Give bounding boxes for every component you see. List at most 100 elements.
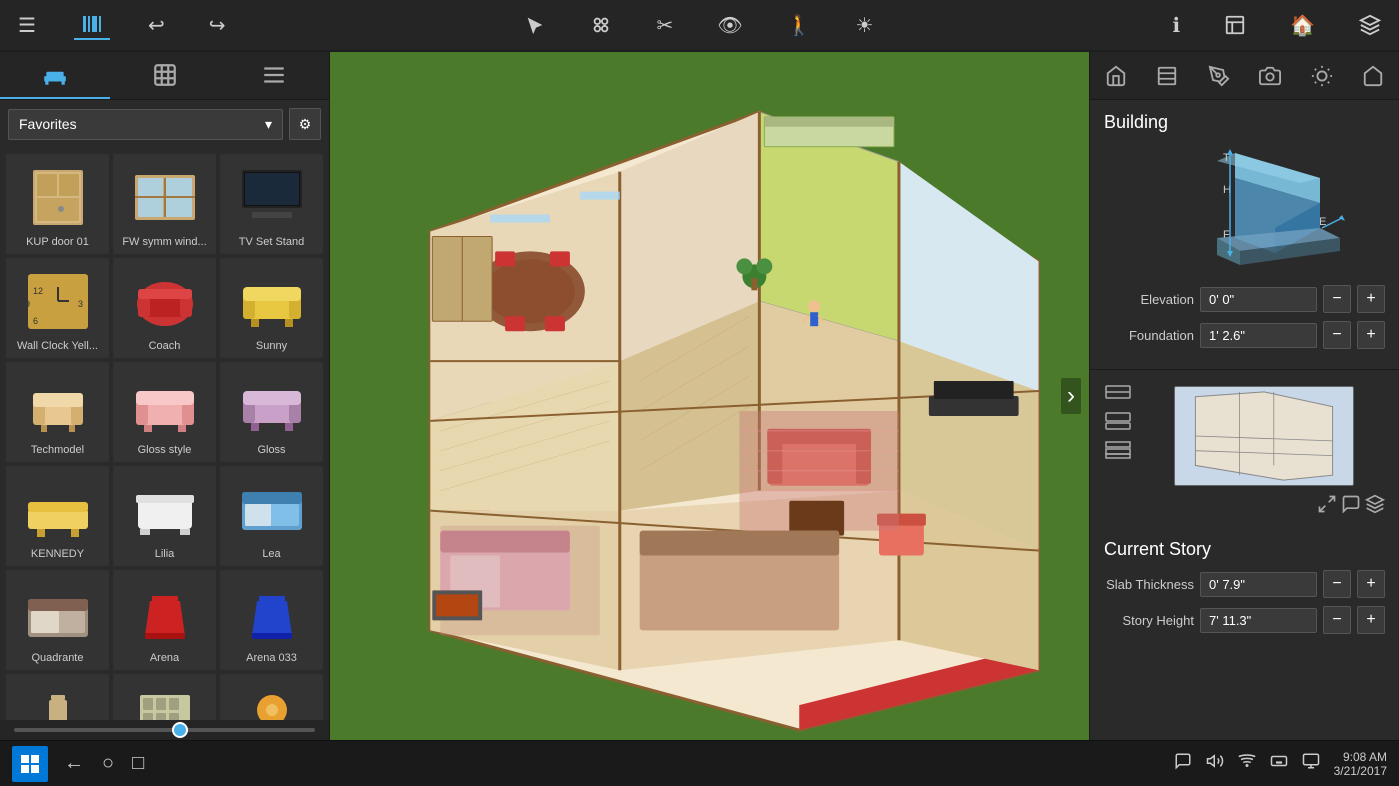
- right-tab-building[interactable]: [1090, 52, 1142, 99]
- building-title: Building: [1104, 112, 1385, 133]
- item-18[interactable]: [220, 674, 323, 720]
- layers-icon[interactable]: [1353, 12, 1387, 38]
- size-slider-thumb[interactable]: [172, 722, 188, 738]
- right-panel: Building T H F E: [1089, 52, 1399, 740]
- pointer-icon[interactable]: [518, 12, 552, 38]
- current-story-section: Current Story Slab Thickness 0' 7.9" − +…: [1090, 527, 1399, 654]
- item-techmodel-label: Techmodel: [10, 444, 105, 456]
- item-wall-clock[interactable]: 12369 Wall Clock Yell...: [6, 258, 109, 358]
- elevation-label: Elevation: [1104, 292, 1194, 307]
- item-techmodel[interactable]: Techmodel: [6, 362, 109, 462]
- item-techmodel-thumb: [18, 370, 98, 440]
- sun-icon[interactable]: ☀: [850, 11, 880, 40]
- group-icon[interactable]: [584, 12, 618, 38]
- slab-thickness-value[interactable]: 0' 7.9": [1200, 572, 1317, 597]
- right-tab-walls[interactable]: [1142, 52, 1194, 99]
- settings-button[interactable]: ⚙: [289, 108, 321, 140]
- nav-back-button[interactable]: ←: [64, 752, 84, 775]
- foundation-plus[interactable]: +: [1357, 321, 1385, 349]
- right-tab-camera[interactable]: [1245, 52, 1297, 99]
- elevation-minus[interactable]: −: [1323, 285, 1351, 313]
- right-tab-sun[interactable]: [1296, 52, 1348, 99]
- story-icon-1[interactable]: [1104, 382, 1132, 405]
- story-height-plus[interactable]: +: [1357, 606, 1385, 634]
- tab-furniture[interactable]: [0, 52, 110, 99]
- foundation-minus[interactable]: −: [1323, 321, 1351, 349]
- item-gloss-style[interactable]: Gloss style: [113, 362, 216, 462]
- eye-icon[interactable]: 👁: [711, 11, 748, 40]
- item-coach[interactable]: Coach: [113, 258, 216, 358]
- item-kennedy[interactable]: KENNEDY: [6, 466, 109, 566]
- home-icon[interactable]: 🏠: [1284, 11, 1321, 40]
- size-slider-track[interactable]: [14, 728, 315, 732]
- item-gloss-style-label: Gloss style: [117, 444, 212, 456]
- scissor-icon[interactable]: ✂: [650, 11, 679, 40]
- svg-text:12: 12: [33, 286, 43, 296]
- foundation-value[interactable]: 1' 2.6": [1200, 323, 1317, 348]
- taskbar-chat-icon[interactable]: [1174, 752, 1192, 775]
- taskbar-keyboard-icon[interactable]: [1270, 752, 1288, 775]
- person-icon[interactable]: 🚶: [781, 11, 818, 40]
- elevation-plus[interactable]: +: [1357, 285, 1385, 313]
- tab-list-view[interactable]: [219, 52, 329, 99]
- tab-materials[interactable]: [110, 52, 220, 99]
- item-arena-033[interactable]: Arena 033: [220, 570, 323, 670]
- nav-apps-button[interactable]: □: [132, 752, 144, 775]
- current-story-title: Current Story: [1104, 539, 1385, 560]
- item-kennedy-label: KENNEDY: [10, 548, 105, 560]
- redo-icon[interactable]: ↪: [203, 11, 232, 40]
- item-lea[interactable]: Lea: [220, 466, 323, 566]
- item-quadrante[interactable]: Quadrante: [6, 570, 109, 670]
- size-slider-row: [0, 720, 329, 740]
- map-layers-icon[interactable]: [1365, 494, 1385, 519]
- item-kup-door-thumb: [18, 162, 98, 232]
- item-sunny[interactable]: Sunny: [220, 258, 323, 358]
- item-lea-label: Lea: [224, 548, 319, 560]
- viewport-expand-arrow[interactable]: ›: [1061, 378, 1081, 414]
- category-dropdown[interactable]: Favorites ▾: [8, 109, 283, 140]
- taskbar-volume-icon[interactable]: [1206, 752, 1224, 775]
- story-height-minus[interactable]: −: [1323, 606, 1351, 634]
- story-icon-2[interactable]: [1104, 411, 1132, 434]
- start-button[interactable]: [12, 746, 48, 782]
- item-quadrante-label: Quadrante: [10, 652, 105, 664]
- slab-thickness-row: Slab Thickness 0' 7.9" − +: [1104, 570, 1385, 598]
- story-height-value[interactable]: 7' 11.3": [1200, 608, 1317, 633]
- item-kup-door[interactable]: KUP door 01: [6, 154, 109, 254]
- map-expand-icon[interactable]: [1317, 494, 1337, 519]
- item-sunny-thumb: [232, 266, 312, 336]
- export-icon[interactable]: [1218, 12, 1252, 38]
- item-17-thumb: [125, 682, 205, 720]
- item-gloss[interactable]: Gloss: [220, 362, 323, 462]
- taskbar-right: 9:08 AM 3/21/2017: [1174, 750, 1387, 778]
- item-fw-window[interactable]: FW symm wind...: [113, 154, 216, 254]
- nav-home-button[interactable]: ○: [102, 752, 114, 775]
- item-tv-stand-label: TV Set Stand: [224, 236, 319, 248]
- undo-icon[interactable]: ↩: [142, 11, 171, 40]
- item-arena[interactable]: Arena: [113, 570, 216, 670]
- right-tab-paint[interactable]: [1193, 52, 1245, 99]
- taskbar-display-icon[interactable]: [1302, 752, 1320, 775]
- item-lilia[interactable]: Lilia: [113, 466, 216, 566]
- elevation-value[interactable]: 0' 0": [1200, 287, 1317, 312]
- item-17[interactable]: [113, 674, 216, 720]
- item-wall-clock-label: Wall Clock Yell...: [10, 340, 105, 352]
- item-arena-thumb: [125, 578, 205, 648]
- story-tools-row: [1090, 370, 1399, 527]
- story-height-row: Story Height 7' 11.3" − +: [1104, 606, 1385, 634]
- item-tv-stand-thumb: [232, 162, 312, 232]
- story-icon-3[interactable]: [1104, 440, 1132, 463]
- item-16[interactable]: [6, 674, 109, 720]
- svg-text:9: 9: [25, 299, 30, 309]
- menu-icon[interactable]: ☰: [12, 11, 42, 40]
- map-pin-icon[interactable]: [1341, 494, 1361, 519]
- foundation-row: Foundation 1' 2.6" − +: [1104, 321, 1385, 349]
- item-tv-stand[interactable]: TV Set Stand: [220, 154, 323, 254]
- taskbar-network-icon[interactable]: [1238, 752, 1256, 775]
- info-icon[interactable]: ℹ: [1167, 11, 1187, 40]
- slab-thickness-plus[interactable]: +: [1357, 570, 1385, 598]
- right-tab-home[interactable]: [1348, 52, 1399, 99]
- center-viewport[interactable]: ›: [330, 52, 1089, 740]
- slab-thickness-minus[interactable]: −: [1323, 570, 1351, 598]
- library-icon[interactable]: [74, 10, 110, 40]
